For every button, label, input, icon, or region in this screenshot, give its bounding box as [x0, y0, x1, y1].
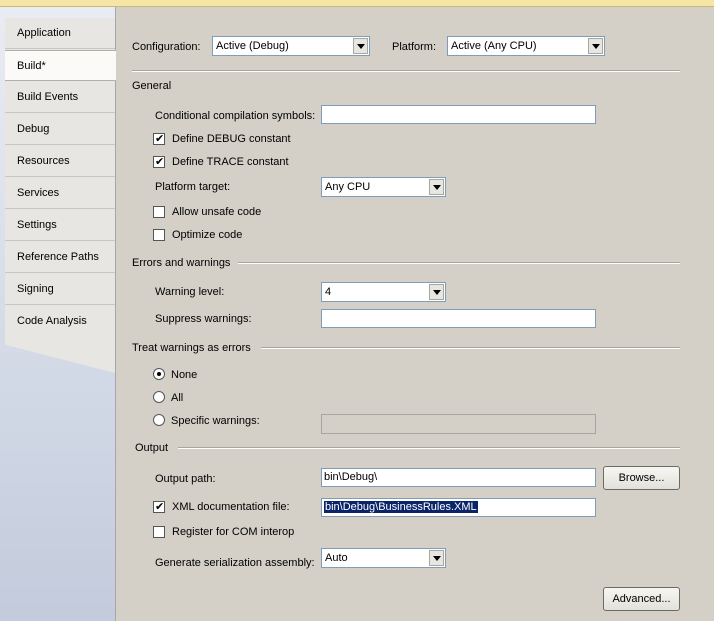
define-trace-checkbox[interactable] [153, 155, 165, 168]
output-path-input[interactable]: bin\Debug\ [321, 468, 596, 487]
section-general-title: General [132, 80, 172, 92]
tab-label: Signing [17, 283, 54, 295]
project-properties-sidebar: Application Build* Build Events Debug Re… [0, 7, 116, 621]
section-rule [178, 447, 680, 449]
define-debug-checkbox[interactable] [153, 132, 165, 145]
header-separator [132, 70, 680, 72]
platform-target-label: Platform target: [155, 181, 231, 193]
tab-label: Debug [17, 123, 50, 135]
warning-level-label: Warning level: [155, 286, 225, 298]
tab-application[interactable]: Application [5, 18, 115, 49]
serialization-select[interactable]: Auto [321, 548, 446, 568]
xml-doc-label: XML documentation file: [172, 501, 290, 513]
tab-resources[interactable]: Resources [5, 146, 115, 177]
chevron-down-icon[interactable] [588, 38, 603, 54]
tab-label: Resources [17, 155, 70, 167]
section-errors-title: Errors and warnings [132, 257, 231, 269]
treat-none-radio[interactable] [153, 368, 165, 380]
configuration-value: Active (Debug) [216, 40, 289, 52]
platform-select[interactable]: Active (Any CPU) [447, 36, 605, 56]
platform-value: Active (Any CPU) [451, 40, 537, 52]
tab-code-analysis[interactable]: Code Analysis [5, 306, 115, 337]
section-rule [261, 347, 680, 349]
define-debug-label: Define DEBUG constant [172, 133, 291, 145]
tab-signing[interactable]: Signing [5, 274, 115, 305]
platform-label: Platform: [392, 41, 437, 53]
section-output-title: Output [135, 442, 169, 454]
chevron-down-icon[interactable] [353, 38, 368, 54]
serialization-value: Auto [325, 552, 348, 564]
tab-label: Code Analysis [17, 315, 87, 327]
advanced-button[interactable]: Advanced... [603, 587, 680, 611]
treat-specific-label: Specific warnings: [171, 415, 260, 427]
tab-label: Build Events [17, 91, 79, 103]
treat-specific-radio[interactable] [153, 414, 165, 426]
configuration-select[interactable]: Active (Debug) [212, 36, 370, 56]
optimize-code-label: Optimize code [172, 229, 243, 241]
chevron-down-icon[interactable] [429, 284, 444, 300]
browse-button[interactable]: Browse... [603, 466, 680, 490]
treat-none-label: None [171, 369, 198, 381]
com-interop-label: Register for COM interop [172, 526, 295, 538]
xml-doc-checkbox[interactable] [153, 500, 165, 513]
allow-unsafe-checkbox[interactable] [153, 206, 165, 218]
chevron-down-icon[interactable] [429, 179, 444, 195]
tab-label: Settings [17, 219, 57, 231]
platform-target-select[interactable]: Any CPU [321, 177, 446, 197]
specific-warnings-input[interactable] [321, 414, 596, 434]
chevron-down-icon[interactable] [429, 550, 444, 566]
tab-label: Build* [17, 60, 46, 72]
warning-level-select[interactable]: 4 [321, 282, 446, 302]
tab-services[interactable]: Services [5, 178, 115, 209]
serialization-label: Generate serialization assembly: [155, 557, 315, 569]
window-top-strip [0, 0, 714, 7]
xml-doc-input[interactable]: bin\Debug\BusinessRules.XML [321, 498, 596, 517]
configuration-label: Configuration: [132, 41, 201, 53]
tab-reference-paths[interactable]: Reference Paths [5, 242, 115, 273]
treat-all-label: All [171, 392, 184, 404]
compilation-symbols-label: Conditional compilation symbols: [155, 110, 316, 122]
allow-unsafe-label: Allow unsafe code [172, 206, 262, 218]
suppress-warnings-label: Suppress warnings: [155, 313, 252, 325]
suppress-warnings-input[interactable] [321, 309, 596, 328]
optimize-code-checkbox[interactable] [153, 229, 165, 241]
treat-all-radio[interactable] [153, 391, 165, 403]
tab-build[interactable]: Build* [5, 50, 116, 81]
build-settings-panel: Configuration: Active (Debug) Platform: … [116, 17, 714, 621]
platform-target-value: Any CPU [325, 181, 371, 193]
compilation-symbols-input[interactable] [321, 105, 596, 124]
com-interop-checkbox[interactable] [153, 526, 165, 538]
tab-label: Reference Paths [17, 251, 99, 263]
warning-level-value: 4 [325, 286, 332, 298]
tab-label: Services [17, 187, 60, 199]
tab-settings[interactable]: Settings [5, 210, 115, 241]
define-trace-label: Define TRACE constant [172, 156, 289, 168]
section-treat-title: Treat warnings as errors [132, 342, 251, 354]
xml-doc-value: bin\Debug\BusinessRules.XML [324, 501, 478, 513]
tab-build-events[interactable]: Build Events [5, 82, 115, 113]
output-path-label: Output path: [155, 473, 216, 485]
section-rule [238, 262, 680, 264]
tab-debug[interactable]: Debug [5, 114, 115, 145]
tab-label: Application [17, 27, 71, 39]
